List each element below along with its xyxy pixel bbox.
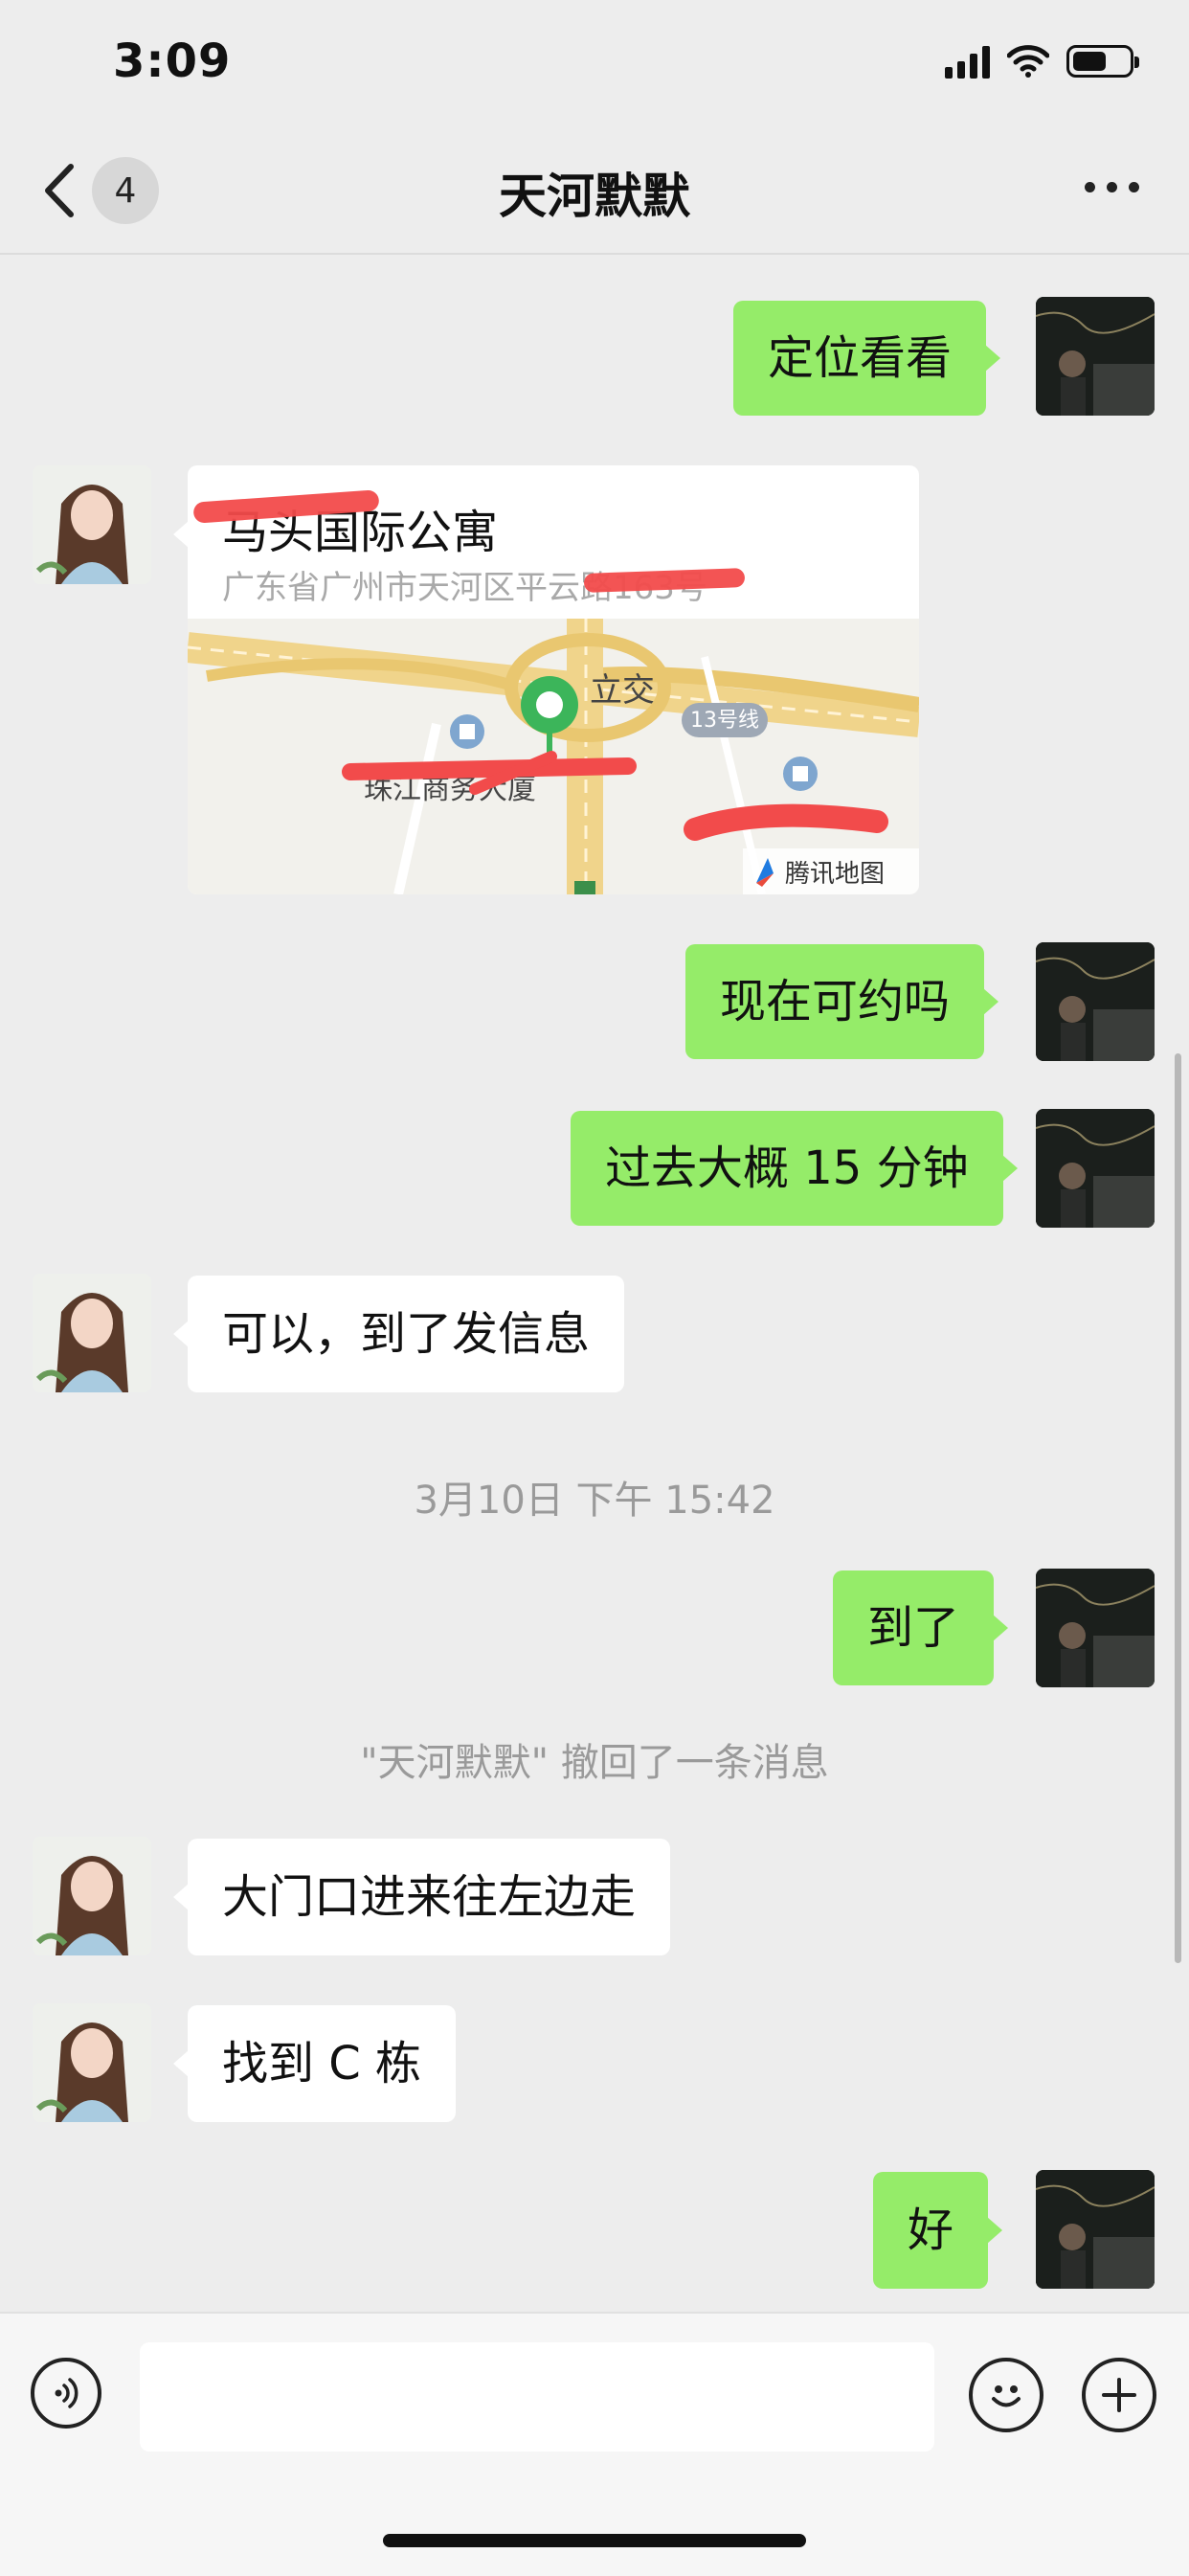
cellular-signal-icon xyxy=(945,44,990,79)
self-avatar[interactable] xyxy=(1036,1109,1155,1228)
self-avatar[interactable] xyxy=(1036,297,1155,416)
message-bubble[interactable]: 可以，到了发信息 xyxy=(172,1276,625,1392)
message-text: 过去大概 15 分钟 xyxy=(605,1141,969,1195)
contact-avatar-image xyxy=(33,1837,151,1955)
message-input[interactable] xyxy=(140,2342,934,2452)
message-bubble[interactable]: 大门口进来往左边走 xyxy=(172,1839,671,1955)
contact-avatar[interactable] xyxy=(33,2003,151,2122)
self-avatar-image xyxy=(1036,1109,1155,1228)
timestamp: 3月10日 下午 15:42 xyxy=(414,1479,775,1523)
message-text: 大门口进来往左边走 xyxy=(222,1870,637,1924)
poi-icon xyxy=(783,757,818,791)
contact-avatar[interactable] xyxy=(33,465,151,584)
contact-avatar-image xyxy=(33,465,151,584)
self-avatar[interactable] xyxy=(1036,942,1155,1061)
status-icons xyxy=(945,42,1139,80)
self-avatar[interactable] xyxy=(1036,1569,1155,1687)
map-brand: 腾讯地图 xyxy=(785,860,885,889)
wifi-icon xyxy=(1007,45,1049,78)
message-text: 好 xyxy=(908,2203,954,2257)
contact-avatar-image xyxy=(33,2003,151,2122)
self-avatar-image xyxy=(1036,1569,1155,1687)
more-actions-button[interactable] xyxy=(1082,2358,1156,2432)
more-options-icon[interactable] xyxy=(1085,182,1139,192)
bubble-tail xyxy=(173,521,189,548)
message-bubble[interactable]: 好 xyxy=(873,2172,1003,2289)
smiley-icon xyxy=(992,2385,1021,2407)
message-bubble[interactable]: 到了 xyxy=(833,1570,1009,1685)
message-text: 到了 xyxy=(867,1601,960,1655)
chat-title: 天河默默 xyxy=(499,169,690,224)
self-avatar[interactable] xyxy=(1036,2170,1155,2289)
emoji-button[interactable] xyxy=(969,2358,1043,2432)
self-avatar-image xyxy=(1036,297,1155,416)
plus-icon xyxy=(1102,2378,1136,2412)
status-time: 3:09 xyxy=(113,34,232,88)
contact-avatar[interactable] xyxy=(33,1274,151,1392)
message-text: 找到 C 栋 xyxy=(222,2037,422,2090)
message-text: 现在可约吗 xyxy=(720,975,951,1028)
message-bubble[interactable]: 找到 C 栋 xyxy=(172,2005,457,2122)
message-bubble[interactable]: 过去大概 15 分钟 xyxy=(571,1111,1018,1226)
self-avatar-image xyxy=(1036,2170,1155,2289)
contact-avatar[interactable] xyxy=(33,1837,151,1955)
voice-input-button[interactable] xyxy=(31,2358,101,2429)
map-label-junction: 立交 xyxy=(590,671,655,710)
location-map[interactable]: 立交 13号线 珠江商务大厦 腾讯地图 xyxy=(188,619,919,894)
message-text: 定位看看 xyxy=(768,331,953,385)
message-bubble[interactable]: 现在可约吗 xyxy=(685,944,999,1059)
battery-icon xyxy=(1066,45,1139,78)
message-bubble[interactable]: 定位看看 xyxy=(733,301,1001,416)
location-card[interactable]: 马头国际公寓 广东省广州市天河区平云路163号 立交 13号线 珠江商务大厦 腾… xyxy=(188,465,919,894)
voice-wave-icon xyxy=(55,2378,79,2408)
home-indicator[interactable] xyxy=(383,2534,806,2547)
contact-avatar-image xyxy=(33,1274,151,1392)
map-label-metro-line: 13号线 xyxy=(690,709,759,733)
self-avatar-image xyxy=(1036,942,1155,1061)
recall-notice: "天河默默" 撤回了一条消息 xyxy=(360,1741,829,1785)
message-text: 可以，到了发信息 xyxy=(222,1307,591,1361)
poi-icon xyxy=(450,714,484,749)
